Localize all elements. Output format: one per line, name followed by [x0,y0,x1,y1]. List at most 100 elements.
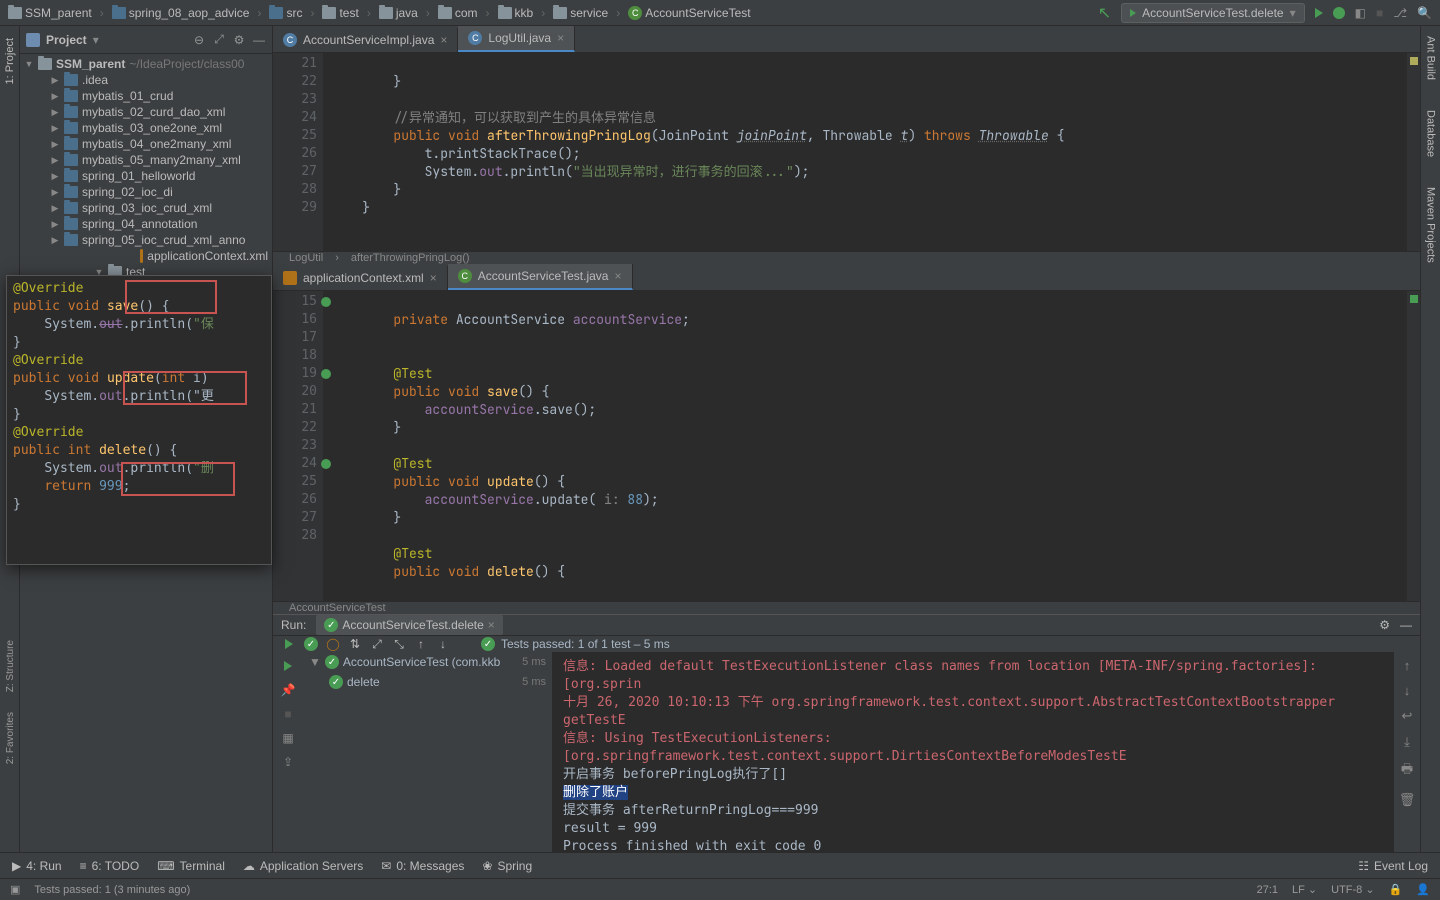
terminal-tool-button[interactable]: ⌨ Terminal [157,859,225,873]
rerun-button[interactable] [281,636,297,652]
event-log-button[interactable]: ☷ Event Log [1358,859,1428,873]
breadcrumb-item[interactable]: CAccountServiceTest [628,6,750,20]
breadcrumb-item[interactable]: src [269,6,302,20]
maven-button[interactable]: Maven Projects [1425,187,1437,263]
run-tab[interactable]: ✓ AccountServiceTest.delete × [316,615,502,635]
test-root[interactable]: ▼ ✓ AccountServiceTest (com.kkb 5 ms [303,652,552,672]
breadcrumb-item[interactable]: SSM_parent [8,6,92,20]
tree-item[interactable]: ▶spring_02_ioc_di [20,184,272,200]
sort-icon[interactable]: ⇅ [347,636,363,652]
inspector-icon[interactable]: 👤 [1416,883,1430,896]
tests-fail-icon[interactable]: ◯ [325,636,341,652]
favorites-button[interactable]: 2: Favorites [5,712,16,764]
gear-icon[interactable]: ⚙ [232,33,246,47]
stop-button[interactable]: ■ [280,706,296,722]
scroll-end-icon[interactable]: ⤓ [1404,734,1410,750]
print-icon[interactable]: 🖶 [1401,760,1413,782]
run-config-selector[interactable]: AccountServiceTest.delete ▾ [1121,3,1304,23]
expand-icon[interactable]: ⤢ [369,636,385,652]
breadcrumb-item[interactable]: java [379,6,418,20]
code-editor-top[interactable]: } //异常通知，可以获取到产生的具体异常信息 public void afte… [323,53,1406,251]
soft-wrap-icon[interactable]: ↩ [1402,708,1413,724]
close-icon[interactable]: × [488,618,495,632]
project-view-title[interactable]: Project [46,33,87,47]
tab-account-service-impl[interactable]: C AccountServiceImpl.java × [273,28,458,52]
line-separator[interactable]: LF ⌄ [1292,883,1317,896]
ant-build-button[interactable]: Ant Build [1425,36,1437,80]
close-icon[interactable]: × [430,271,437,285]
tree-item[interactable]: ▶mybatis_04_one2many_xml [20,136,272,152]
tool-windows-icon[interactable]: ▣ [10,883,20,896]
close-icon[interactable]: × [440,33,447,47]
marker-stripe[interactable] [1406,291,1420,601]
coverage-button[interactable]: ◧ [1355,6,1366,20]
close-icon[interactable]: × [614,269,621,283]
project-tool-button[interactable]: 1: Project [4,32,16,90]
collapse-icon[interactable]: ⊖ [192,33,206,47]
file-encoding[interactable]: UTF-8 ⌄ [1331,883,1374,896]
breadcrumb-item[interactable]: com [438,6,478,20]
down-arrow-icon[interactable]: ↓ [1404,683,1411,698]
test-item[interactable]: ✓ delete 5 ms [303,672,552,692]
breadcrumb-item[interactable]: spring_08_aop_advice [112,6,250,20]
debug-button[interactable] [1333,7,1345,19]
marker-stripe[interactable] [1406,53,1420,251]
tree-item[interactable]: ▶mybatis_05_many2many_xml [20,152,272,168]
stop-button[interactable]: ■ [1376,6,1383,20]
tree-item[interactable]: ▶spring_01_helloworld [20,168,272,184]
todo-tool-button[interactable]: ≡ 6: TODO [80,859,140,873]
tests-ok-icon[interactable]: ✓ [303,636,319,652]
gutter[interactable]: 1516171819202122232425262728 [273,291,323,601]
tree-item[interactable]: ▶spring_05_ioc_crud_xml_anno [20,232,272,248]
rerun-button[interactable] [280,658,296,674]
console-output[interactable]: 信息: Loaded default TestExecutionListener… [553,652,1394,862]
app-servers-tool-button[interactable]: ☁ Application Servers [243,859,363,873]
messages-tool-button[interactable]: ✉ 0: Messages [381,859,464,873]
close-icon[interactable]: × [557,31,564,45]
tree-item[interactable]: ▶spring_04_annotation [20,216,272,232]
caret-position[interactable]: 27:1 [1257,884,1278,896]
project-root[interactable]: SSM_parent [56,57,125,71]
gear-icon[interactable]: ⚙ [1379,618,1390,632]
breadcrumb-item[interactable]: service [553,6,608,20]
layout-icon[interactable]: ▦ [280,730,296,746]
up-icon[interactable]: ↑ [413,636,429,652]
up-arrow-icon[interactable]: ↑ [1404,658,1411,673]
quick-definition-popup[interactable]: @Override public void save() { System.ou… [6,275,272,565]
test-tree[interactable]: ▼ ✓ AccountServiceTest (com.kkb 5 ms ✓ d… [303,652,553,862]
tab-application-context[interactable]: applicationContext.xml × [273,266,448,290]
tree-item[interactable]: ▶mybatis_03_one2one_xml [20,120,272,136]
hide-icon[interactable]: — [1400,618,1412,632]
lock-icon[interactable] [1389,883,1403,896]
tree-item[interactable]: ▶mybatis_01_crud [20,88,272,104]
search-icon[interactable]: 🔍 [1417,6,1432,20]
structure-button[interactable]: Z: Structure [5,640,16,692]
spring-tool-button[interactable]: ❀ Spring [482,859,532,873]
chevron-down-icon[interactable]: ▾ [93,33,99,47]
export-icon[interactable]: ⇪ [280,754,296,770]
tree-item[interactable]: ▶.idea [20,72,272,88]
highlight-box-save [125,280,217,314]
tab-account-service-test[interactable]: C AccountServiceTest.java × [448,264,633,290]
code-editor-bottom[interactable]: private AccountService accountService; @… [323,291,1406,601]
locate-icon[interactable]: ⤢ [212,33,226,47]
run-button[interactable] [1315,8,1323,18]
pin-icon[interactable]: 📌 [280,682,296,698]
collapse-icon[interactable]: ⤡ [391,636,407,652]
tree-item[interactable]: ▶spring_03_ioc_crud_xml [20,200,272,216]
tree-item[interactable]: ▶mybatis_02_curd_dao_xml [20,104,272,120]
run-tool-button[interactable]: ▶ 4: Run [12,859,62,873]
editor-breadcrumb-bottom[interactable]: AccountServiceTest [273,601,1420,614]
clear-icon[interactable]: 🗑 [1399,792,1416,808]
down-icon[interactable]: ↓ [435,636,451,652]
breadcrumb-item[interactable]: test [322,6,358,20]
tree-item[interactable]: applicationContext.xml [20,248,272,264]
hide-icon[interactable]: — [252,33,266,47]
database-button[interactable]: Database [1425,110,1437,157]
editor-breadcrumb-top[interactable]: LogUtil›afterThrowingPringLog() [273,251,1420,264]
git-icon[interactable]: ⎇ [1393,6,1407,20]
breadcrumb-item[interactable]: kkb [498,6,534,20]
tab-logutil[interactable]: C LogUtil.java × [458,26,575,52]
back-icon[interactable]: ↖ [1098,3,1111,23]
gutter[interactable]: 212223242526272829 [273,53,323,251]
